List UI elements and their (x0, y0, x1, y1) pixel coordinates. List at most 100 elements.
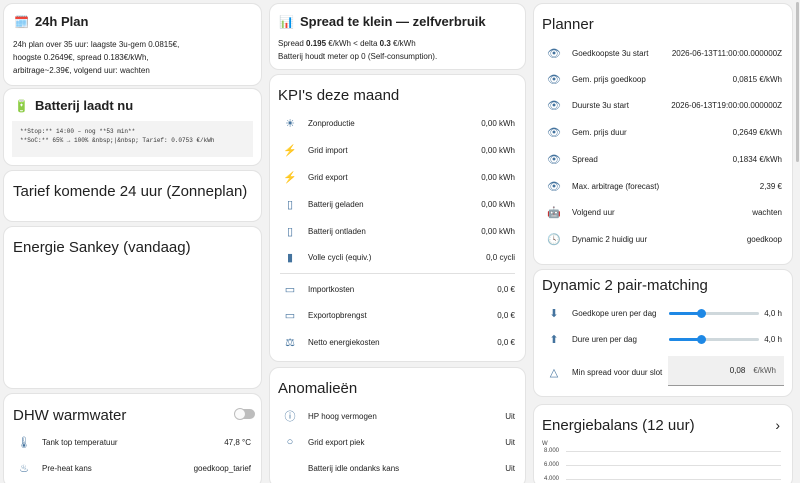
page-scrollbar[interactable] (795, 0, 800, 483)
kpi-row[interactable]: ⚡ Grid import 0,00 kWh (270, 140, 525, 160)
spread-mid: €/kWh < delta (326, 39, 380, 48)
slider-knob[interactable] (696, 309, 706, 318)
dhw-row[interactable]: ♨ Pre-heat kans goedkoop_tarief (4, 458, 261, 478)
planner-row[interactable]: 🕓 Dynamic 2 huidig uur goedkoop (534, 229, 792, 249)
kpi-row[interactable]: ▭ Importkosten 0,0 € (270, 279, 525, 299)
planner-label: Max. arbitrage (forecast) (572, 181, 660, 191)
anomalies-title: Anomalieën (278, 380, 358, 397)
anomaly-row[interactable]: ○ Grid export piek Uit (270, 432, 525, 452)
spread-title-row: 📊 Spread te klein — zelfverbruik (279, 14, 486, 29)
chevron-right-icon[interactable]: › (775, 417, 780, 433)
kpi-row[interactable]: ⚡ Grid export 0,00 kWh (270, 167, 525, 187)
plan24-line: arbitrage~2.39€, volgend uur: wachten (13, 66, 150, 75)
planner-value: wachten (752, 207, 782, 217)
planner-value: 2026-06-13T11:00:00.000000Z (671, 48, 782, 58)
kpi-label: Volle cycli (equiv.) (308, 252, 372, 262)
battery-card: 🔋 Batterij laadt nu **Stop:** 14:00 – no… (3, 88, 262, 166)
cheap-hours-slider[interactable] (669, 309, 759, 318)
slider-fill (669, 338, 701, 341)
planner-row[interactable]: 👁 Max. arbitrage (forecast) 2,39 € (534, 176, 792, 196)
tariff-card: Tarief komende 24 uur (Zonneplan) (3, 170, 262, 222)
kpi-value: 0,00 kWh (481, 145, 515, 155)
planner-row[interactable]: 👁 Gem. prijs goedkoop 0,0815 €/kWh (534, 69, 792, 89)
arrow-up-circle-icon: ⬆ (549, 333, 559, 346)
dhw-row-label: Pre-heat kans (42, 463, 92, 473)
spread-line1: Spread 0.195 €/kWh < delta 0.3 €/kWh (278, 37, 437, 50)
grid-line (566, 451, 781, 452)
dhw-toggle[interactable] (234, 408, 255, 420)
min-spread-input[interactable]: 0,08 €/kWh (668, 356, 784, 386)
kpi-row[interactable]: ▯ Batterij geladen 0,00 kWh (270, 194, 525, 214)
delta-value: 0.3 (379, 39, 391, 48)
eye-icon: 👁 (547, 180, 561, 193)
spread-title: Spread te klein — zelfverbruik (299, 14, 486, 29)
transmission-tower-export-icon: ⚡ (283, 171, 297, 184)
kpi-value: 0,00 kWh (481, 118, 515, 128)
balance-unit: W (542, 441, 548, 447)
battery-stop-line: **Stop:** 14:00 – nog **53 min** (20, 128, 136, 135)
eye-icon: 👁 (547, 47, 561, 60)
kpi-value: 0,00 kWh (481, 226, 515, 236)
planner-row[interactable]: 🤖 Volgend uur wachten (534, 202, 792, 222)
kpi-title: KPI's deze maand (278, 87, 400, 104)
dhw-row-label: Tank top temperatuur (42, 437, 118, 447)
kpi-row[interactable]: ☀ Zonproductie 0,00 kWh (270, 113, 525, 133)
eye-icon: 👁 (547, 126, 561, 139)
kpi-label: Batterij ontladen (308, 226, 366, 236)
planner-row[interactable]: 👁 Gem. prijs duur 0,2649 €/kWh (534, 122, 792, 142)
anomaly-row[interactable]: Batterij idle ondanks kans Uit (270, 458, 525, 478)
kpi-value: 0,0 cycli (486, 252, 515, 262)
anomaly-label: HP hoog vermogen (308, 411, 377, 421)
battery-title: Batterij laadt nu (34, 98, 134, 113)
dhw-row-value: 47,8 °C (224, 437, 251, 447)
balance-tick: 4.000 (544, 476, 560, 482)
planner-value: 2026-06-13T19:00:00.000000Z (671, 100, 782, 110)
planner-row[interactable]: 👁 Goedkoopste 3u start 2026-06-13T11:00:00… (534, 43, 792, 63)
slider-knob[interactable] (696, 335, 706, 344)
anomaly-row[interactable]: ⓘ HP hoog vermogen Uit (270, 406, 525, 426)
pair-slider-value: 4,0 h (764, 308, 782, 318)
kpi-row[interactable]: ▮ Volle cycli (equiv.) 0,0 cycli (270, 247, 525, 267)
dhw-row-value: goedkoop_tarief (193, 463, 251, 473)
kpi-value: 0,00 kWh (481, 199, 515, 209)
eye-icon: 👁 (547, 153, 561, 166)
expensive-hours-slider[interactable] (669, 335, 759, 344)
spread-card: 📊 Spread te klein — zelfverbruik Spread … (269, 3, 526, 70)
kpi-label: Batterij geladen (308, 199, 364, 209)
scrollbar-thumb[interactable] (796, 2, 799, 162)
eye-icon: 👁 (547, 73, 561, 86)
planner-label: Duurste 3u start (572, 100, 629, 110)
kpi-label: Importkosten (308, 284, 355, 294)
eye-icon: 👁 (547, 99, 561, 112)
kpi-label: Exportopbrengst (308, 310, 367, 320)
solar-power-icon: ☀ (285, 117, 295, 130)
kpi-row[interactable]: ▯ Batterij ontladen 0,00 kWh (270, 221, 525, 241)
plan24-card: 🗓️ 24h Plan 24h plan over 35 uur: laagst… (3, 3, 262, 86)
water-heater-icon: ♨ (19, 462, 29, 475)
min-spread-unit: €/kWh (753, 366, 776, 375)
spread-prefix: Spread (278, 39, 307, 48)
kpi-label: Grid export (308, 172, 348, 182)
planner-title: Planner (542, 16, 594, 33)
plan24-title-row: 🗓️ 24h Plan (14, 14, 88, 29)
kpi-row[interactable]: ▭ Exportopbrengst 0,0 € (270, 305, 525, 325)
dhw-row[interactable]: 🌡 Tank top temperatuur 47,8 °C (4, 432, 261, 452)
planner-value: 0,1834 €/kWh (732, 154, 782, 164)
battery-icon: 🔋 (14, 98, 29, 113)
planner-row[interactable]: 👁 Duurste 3u start 2026-06-13T19:00:00.000… (534, 95, 792, 115)
planner-label: Goedkoopste 3u start (572, 48, 649, 58)
planner-row[interactable]: 👁 Spread 0,1834 €/kWh (534, 149, 792, 169)
sankey-title: Energie Sankey (vandaag) (13, 239, 191, 256)
kpi-row[interactable]: ⚖ Netto energiekosten 0,0 € (270, 332, 525, 352)
toggle-knob (234, 408, 246, 420)
plan24-body: 24h plan over 35 uur: laagste 3u-gem 0.0… (13, 38, 179, 77)
spread-suffix: €/kWh (390, 39, 416, 48)
kpi-value: 0,0 € (497, 310, 515, 320)
planner-value: 2,39 € (759, 181, 782, 191)
spread-value: 0.195 (306, 39, 327, 48)
pair-slider-value: 4,0 h (764, 334, 782, 344)
kpi-label: Grid import (308, 145, 348, 155)
balance-title: Energiebalans (12 uur) (542, 417, 695, 434)
battery-code-block: **Stop:** 14:00 – nog **53 min** **SoC:*… (12, 121, 253, 157)
battery-minus-icon: ▯ (286, 225, 294, 238)
